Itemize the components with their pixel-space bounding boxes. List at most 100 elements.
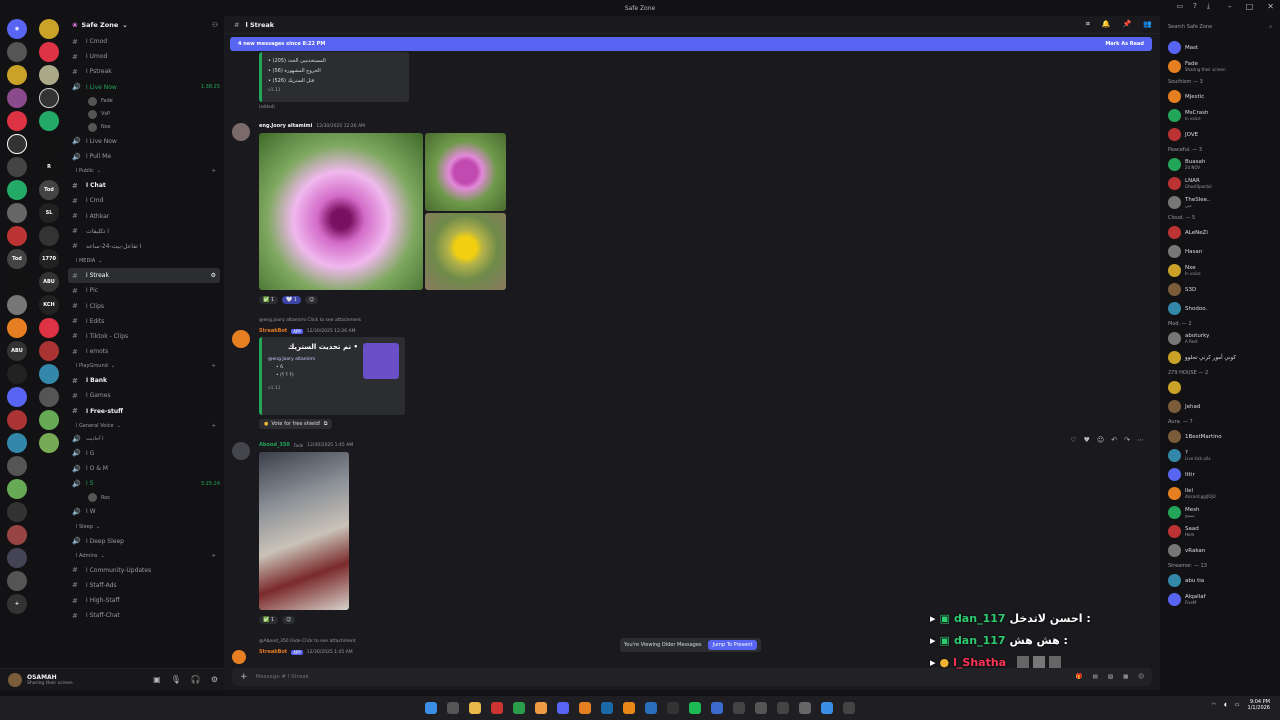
- app-icon[interactable]: [491, 702, 503, 714]
- emoji-icon[interactable]: ☺: [1097, 436, 1104, 444]
- members-icon[interactable]: 👥: [1143, 20, 1152, 29]
- voice-user[interactable]: Fade: [64, 95, 224, 108]
- member-item[interactable]: LNAR GhostSpectal: [1160, 174, 1280, 193]
- member-item[interactable]: [1160, 378, 1280, 397]
- app-icon[interactable]: [799, 702, 811, 714]
- settings-icon[interactable]: ⚙: [211, 272, 216, 279]
- minimize-icon[interactable]: –: [1228, 2, 1232, 11]
- server-icon[interactable]: [7, 65, 27, 85]
- server-icon[interactable]: ABU: [7, 341, 27, 361]
- member-item[interactable]: 1BestMartino: [1160, 427, 1280, 446]
- mic-icon[interactable]: 🎙: [171, 675, 181, 684]
- server-icon[interactable]: [7, 410, 27, 430]
- server-icon[interactable]: [39, 341, 59, 361]
- member-item[interactable]: Nxe In voice: [1160, 261, 1280, 280]
- app-icon[interactable]: [645, 702, 657, 714]
- inbox-icon[interactable]: ▭: [1177, 2, 1184, 11]
- threads-icon[interactable]: ⌗: [1086, 20, 1090, 29]
- gif-icon[interactable]: ▤: [1093, 674, 1098, 680]
- add-channel-icon[interactable]: +: [212, 423, 216, 429]
- avatar[interactable]: [232, 123, 250, 141]
- server-icon[interactable]: [39, 42, 59, 62]
- server-icon[interactable]: [7, 525, 27, 545]
- member-item[interactable]: abu tia: [1160, 571, 1280, 590]
- more-icon[interactable]: ⋯: [1137, 436, 1144, 444]
- server-icon[interactable]: 1770: [39, 249, 59, 269]
- reply-reference[interactable]: @eng.Joory altamimi Click to see attachm…: [259, 318, 361, 323]
- discord-icon[interactable]: [557, 702, 569, 714]
- reply-reference[interactable]: @Abood_350 Fade Click to see attachment: [259, 639, 356, 644]
- member-item[interactable]: كوني أمور كرني تحلوو: [1160, 348, 1280, 367]
- server-icon[interactable]: R: [39, 157, 59, 177]
- channel-emots[interactable]: # ا emots: [64, 344, 224, 359]
- voice-channel[interactable]: 🔊 ا G: [64, 446, 224, 461]
- add-channel-icon[interactable]: +: [212, 168, 216, 174]
- chrome-icon[interactable]: [535, 702, 547, 714]
- emoji-icon[interactable]: ☺: [1138, 674, 1144, 680]
- member-item[interactable]: S3D: [1160, 280, 1280, 299]
- channel-high-staff[interactable]: # ا High-Staff: [64, 593, 224, 608]
- voice-channel-s[interactable]: 🔊 ا S 3:25:24: [64, 476, 224, 491]
- member-item[interactable]: Alqallaf FiveM: [1160, 590, 1280, 609]
- server-icon[interactable]: [7, 157, 27, 177]
- member-item[interactable]: Ilel discord.gg/JOJU: [1160, 484, 1280, 503]
- file-explorer-icon[interactable]: [469, 702, 481, 714]
- avatar[interactable]: [8, 672, 22, 687]
- server-icon[interactable]: [7, 571, 27, 591]
- channel-tiktok[interactable]: # ا Tiktok - Clips: [64, 329, 224, 344]
- jump-to-present-button[interactable]: Jump To Present: [707, 640, 758, 650]
- voice-user[interactable]: VsP: [64, 108, 224, 121]
- channel-athkar[interactable]: # ا Athkar: [64, 209, 224, 224]
- server-icon[interactable]: [7, 295, 27, 315]
- server-icon[interactable]: [39, 65, 59, 85]
- battery-icon[interactable]: ▭: [1235, 702, 1240, 708]
- gift-icon[interactable]: 🎁: [1076, 674, 1083, 680]
- member-item[interactable]: Jehad: [1160, 397, 1280, 416]
- category-public[interactable]: ا Public ⌄ +: [64, 164, 224, 178]
- channel-free-stuff[interactable]: # ا Free-stuff: [64, 404, 224, 419]
- add-channel-icon[interactable]: +: [212, 553, 216, 559]
- server-icon[interactable]: [7, 88, 27, 108]
- close-icon[interactable]: ✕: [1267, 2, 1274, 11]
- member-item[interactable]: TheSlee.. حبي: [1160, 193, 1280, 212]
- home-icon[interactable]: ◉: [7, 19, 27, 39]
- server-icon[interactable]: [7, 42, 27, 62]
- reaction[interactable]: 🤍 1: [282, 296, 301, 304]
- server-icon[interactable]: [39, 387, 59, 407]
- server-header[interactable]: ❀ Safe Zone ⌄ ⚇: [64, 16, 224, 34]
- channel-chat[interactable]: # ا Chat: [64, 178, 224, 193]
- message-author[interactable]: Abood_350: [259, 442, 290, 448]
- server-icon[interactable]: [7, 456, 27, 476]
- server-icon[interactable]: [7, 272, 27, 292]
- reply-icon[interactable]: ↶: [1111, 436, 1117, 444]
- member-item[interactable]: Saad Hom: [1160, 522, 1280, 541]
- channel-clips[interactable]: # ا Clips: [64, 298, 224, 313]
- message-input[interactable]: Message # ا Streak: [256, 674, 309, 680]
- new-messages-banner[interactable]: 4 new messages since 8:22 PM Mark As Rea…: [230, 37, 1152, 51]
- sticker-icon[interactable]: ▧: [1108, 674, 1113, 680]
- channel-tasks[interactable]: # ا تكليفات: [64, 224, 224, 239]
- server-icon[interactable]: [7, 479, 27, 499]
- channel-staff-chat[interactable]: # ا Staff-Chat: [64, 608, 224, 623]
- flower-image[interactable]: [259, 133, 423, 290]
- screen-share-icon[interactable]: ▣: [153, 675, 161, 684]
- server-icon[interactable]: [39, 226, 59, 246]
- voice-channel[interactable]: 🔊 ا Pull Me: [64, 149, 224, 164]
- member-item[interactable]: Ittir: [1160, 465, 1280, 484]
- server-icon[interactable]: [7, 318, 27, 338]
- member-item[interactable]: Buasah 24 NOV: [1160, 155, 1280, 174]
- app-icon[interactable]: [513, 702, 525, 714]
- search-input[interactable]: Search Safe Zone ⌕: [1164, 18, 1276, 36]
- server-icon[interactable]: ABU: [39, 272, 59, 292]
- flower-image[interactable]: [425, 133, 506, 211]
- server-icon[interactable]: [7, 548, 27, 568]
- app-icon[interactable]: [667, 702, 679, 714]
- pin-icon[interactable]: 📌: [1123, 20, 1132, 29]
- mark-as-read-button[interactable]: Mark As Read: [1105, 41, 1144, 47]
- member-item[interactable]: Mesh تسمح: [1160, 503, 1280, 522]
- heart-icon[interactable]: ♡: [1070, 436, 1076, 444]
- add-server-icon[interactable]: +: [7, 594, 27, 614]
- channel-cmd[interactable]: # ا Cmd: [64, 193, 224, 208]
- apps-icon[interactable]: ▦: [1123, 674, 1128, 680]
- member-item[interactable]: JOVE: [1160, 125, 1280, 144]
